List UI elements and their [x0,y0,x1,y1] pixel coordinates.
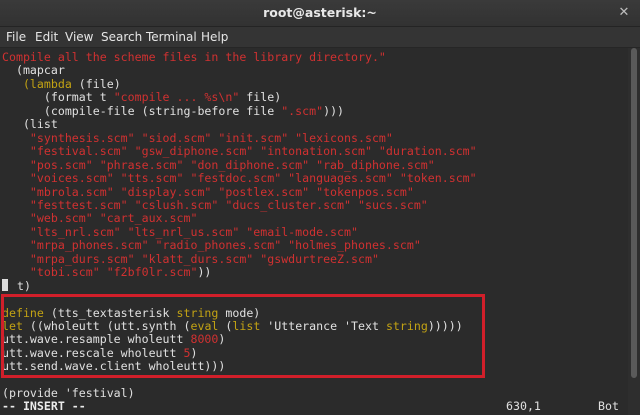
code-token: "compile ... %s\n" [113,90,240,105]
code-token: file) [239,90,282,105]
title-bar[interactable]: root@asterisk:~ ✕ [0,0,640,27]
code-token: ))) [323,103,345,118]
code-line: (compile-file (string-before file ".scm"… [2,104,344,118]
code-token: "tobi.scm" "f2bf0lr.scm" [2,265,198,280]
code-line: "tobi.scm" "f2bf0lr.scm")) [2,265,212,280]
code-token: Compile all the scheme files in the libr… [2,50,386,64]
code-token: "voices.scm" "tts.scm" "festdoc.scm" "la… [2,171,477,186]
text-cursor [2,278,8,291]
code-token: (format t [2,90,114,105]
code-token: "lts_nrl.scm" "lts_nrl_us.scm" "email-mo… [2,224,358,239]
scrollbar[interactable] [628,48,640,415]
code-line: "voices.scm" "tts.scm" "festdoc.scm" "la… [2,171,477,185]
code-token: (list [2,117,58,132]
code-token: "festival.scm" "gsw_diphone.scm" "intona… [2,144,477,159]
code-line: "mrpa_durs.scm" "klatt_durs.scm" "gswdur… [2,252,379,266]
code-line: "festtest.scm" "cslush.scm" "ducs_cluste… [2,198,428,212]
menu-terminal[interactable]: Terminal [146,30,197,44]
code-line: "synthesis.scm" "siod.scm" "init.scm" "l… [2,131,393,145]
menu-edit[interactable]: Edit [35,30,58,44]
code-line: "mrpa_phones.scm" "radio_phones.scm" "ho… [2,238,421,252]
code-token: "pos.scm" "phrase.scm" "don_diphone.scm"… [2,157,435,172]
code-token: (mapcar [2,63,65,78]
menu-help[interactable]: Help [201,30,228,44]
status-bar: -- INSERT -- 630,1 Bot [0,399,628,415]
scroll-indicator: Bot [598,399,619,413]
code-token: )) [197,265,212,280]
close-icon[interactable]: ✕ [616,5,632,21]
code-token: (compile-file (string-before file [2,103,282,118]
code-token: "synthesis.scm" "siod.scm" "init.scm" "l… [2,130,393,145]
highlight-box [1,294,485,378]
code-line: (list [2,117,58,131]
code-line: (format t "compile ... %s\n" file) [2,90,281,104]
menu-view[interactable]: View [65,30,93,44]
terminal-window: root@asterisk:~ ✕ File Edit View Search … [0,0,640,415]
mode-indicator: -- INSERT -- [2,399,86,413]
code-token: "mrpa_durs.scm" "klatt_durs.scm" "gswdur… [2,251,379,266]
scrollbar-thumb[interactable] [631,48,637,378]
code-line: "festival.scm" "gsw_diphone.scm" "intona… [2,144,477,158]
code-token: (file) [71,76,121,91]
cursor-position: 630,1 [506,399,541,413]
code-line: t) [2,278,31,293]
menu-bar: File Edit View Search Terminal Help [0,27,640,48]
code-line: "pos.scm" "phrase.scm" "don_diphone.scm"… [2,158,435,172]
code-line: (mapcar [2,63,65,77]
code-token: t) [10,278,31,293]
code-token: "web.scm" "cart_aux.scm" [2,211,198,226]
code-line: "mbrola.scm" "display.scm" "postlex.scm"… [2,185,414,199]
code-line: "web.scm" "cart_aux.scm" [2,211,198,226]
code-line: "lts_nrl.scm" "lts_nrl_us.scm" "email-mo… [2,225,358,239]
code-line: (lambda (file) [2,77,121,91]
code-token: (lambda [2,76,72,91]
code-token: "mbrola.scm" "display.scm" "postlex.scm"… [2,184,414,199]
menu-file[interactable]: File [6,30,26,44]
code-token: ".scm" [281,103,324,118]
code-token: "festtest.scm" "cslush.scm" "ducs_cluste… [2,197,428,212]
window-title: root@asterisk:~ [263,5,377,20]
menu-search[interactable]: Search [101,30,142,44]
code-token: "mrpa_phones.scm" "radio_phones.scm" "ho… [2,238,421,253]
code-line: Compile all the scheme files in the libr… [2,50,386,64]
